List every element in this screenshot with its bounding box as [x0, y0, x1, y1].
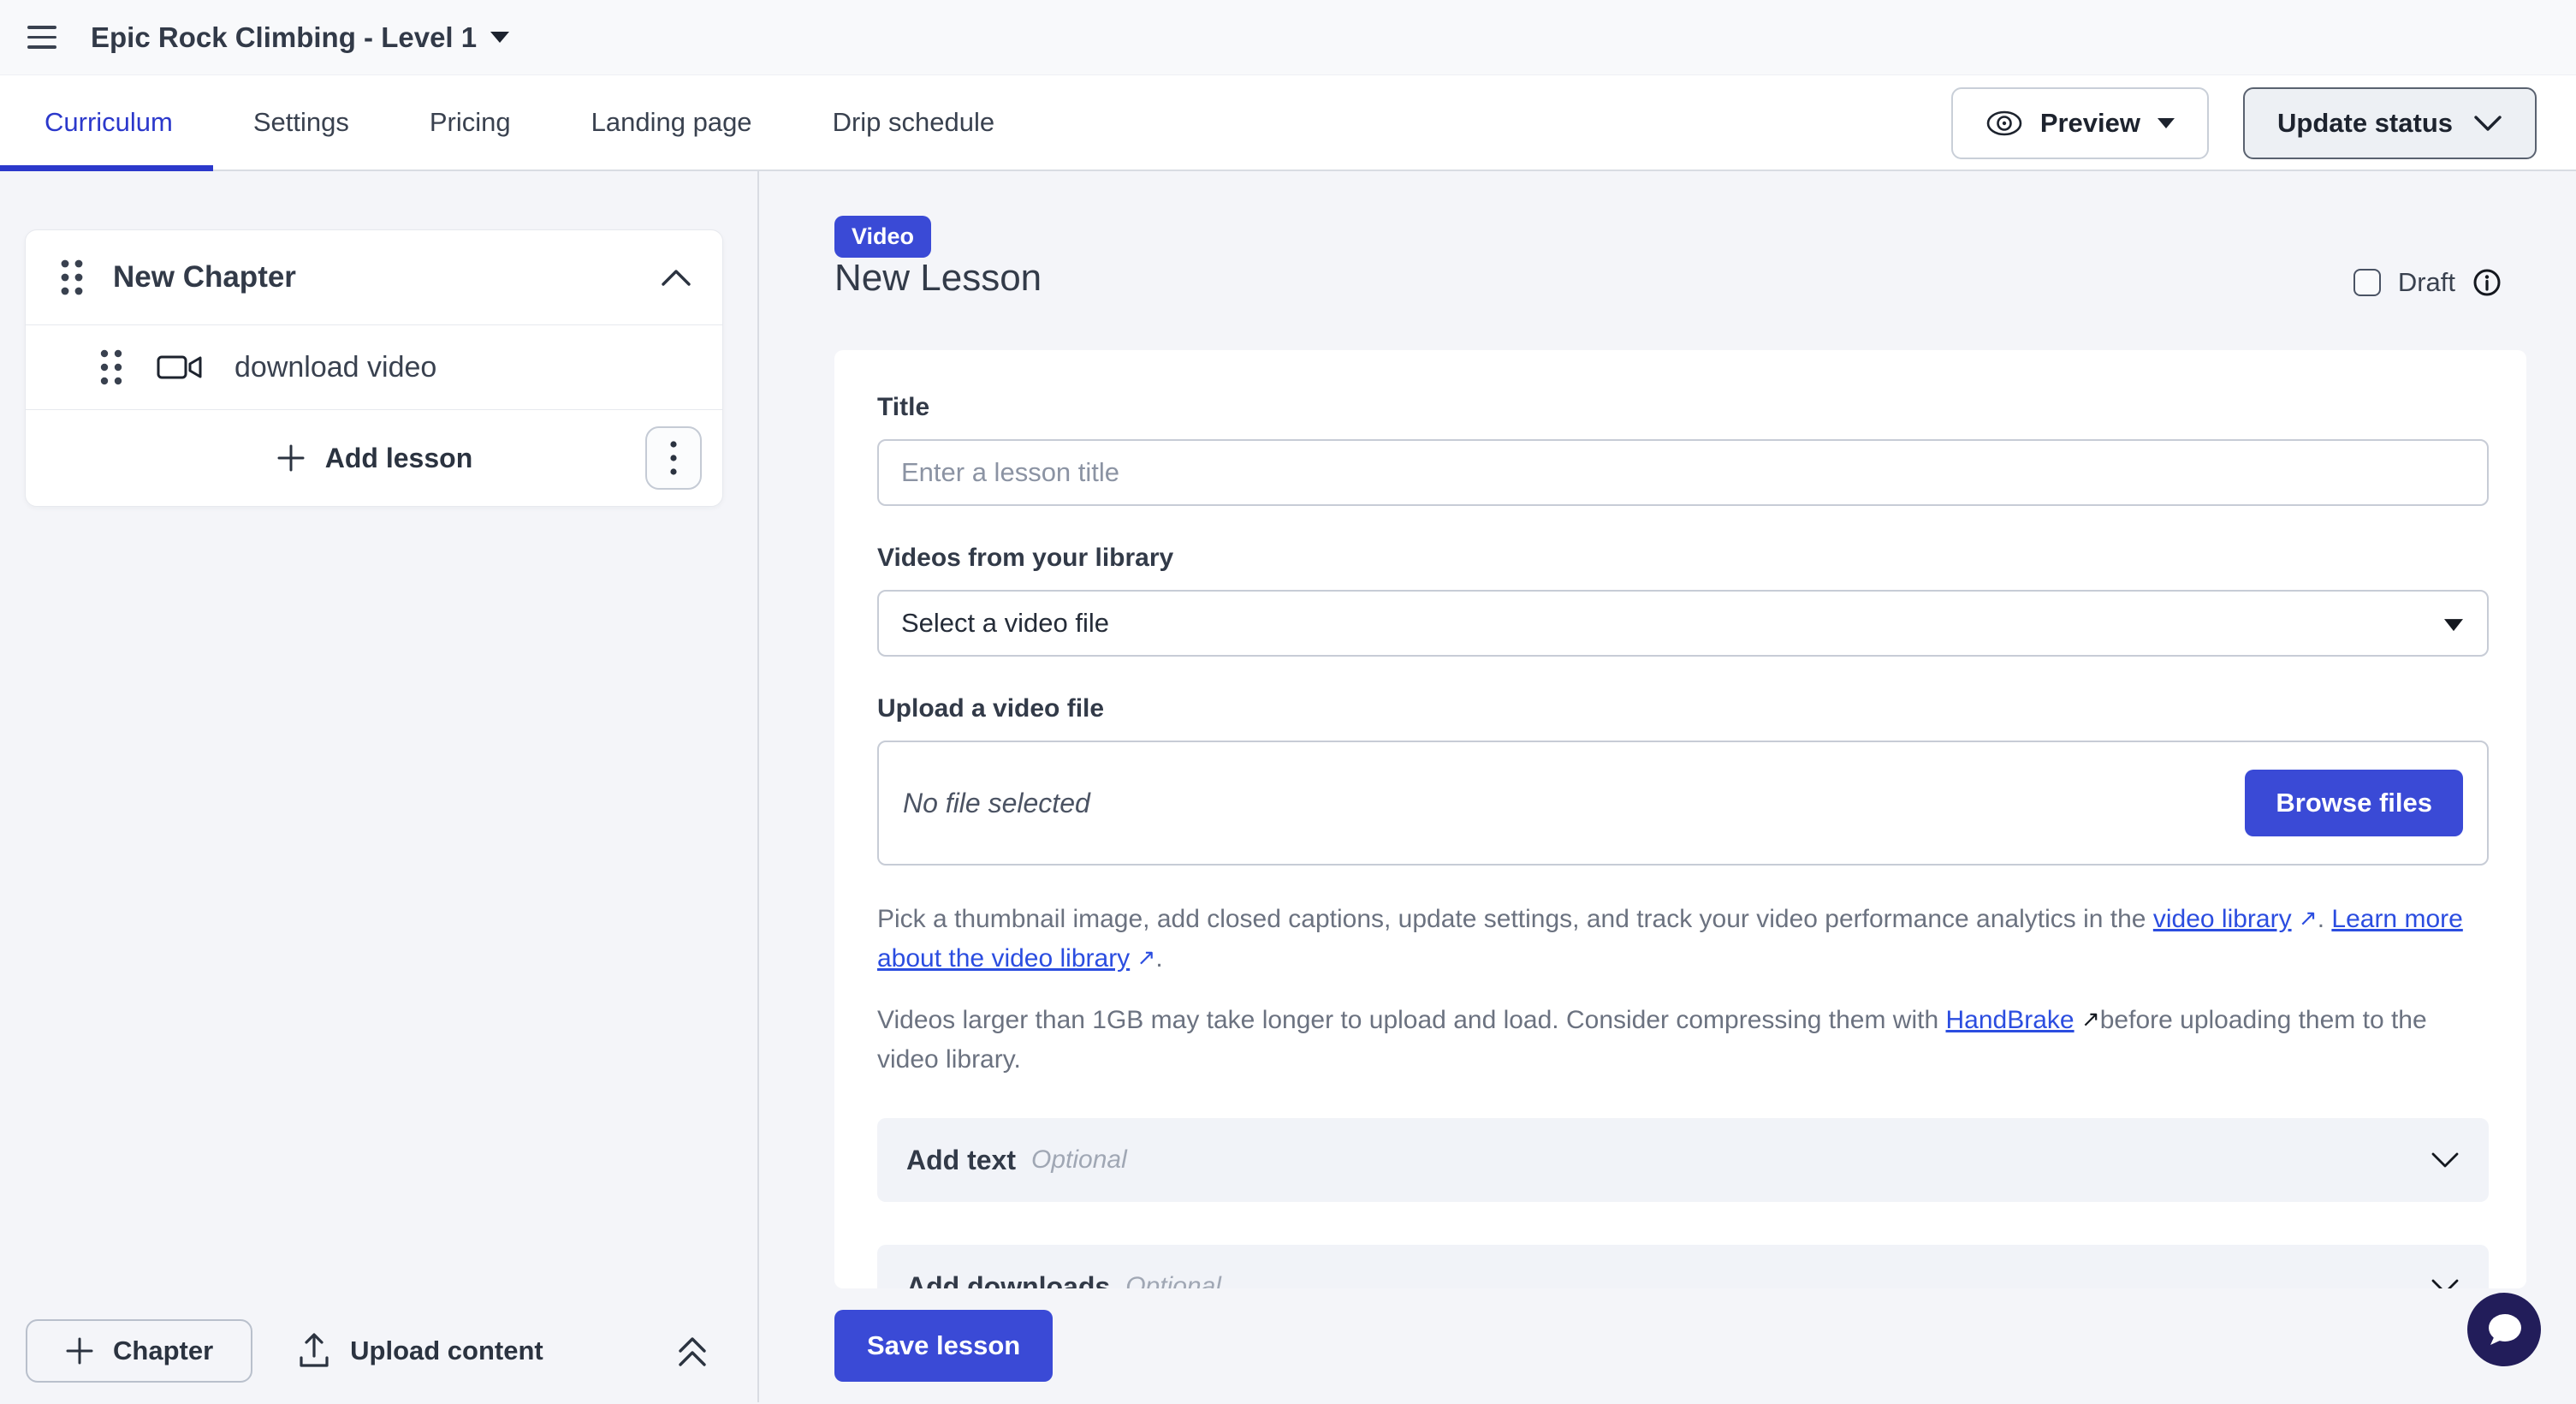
lesson-title: download video: [234, 351, 436, 384]
video-library-selected-value: Select a video file: [901, 608, 1109, 639]
upload-field-label: Upload a video file: [877, 694, 2489, 723]
tab-label: Pricing: [430, 107, 511, 138]
sidebar-footer: Chapter Upload content: [0, 1318, 757, 1383]
drag-handle-icon[interactable]: [55, 253, 89, 301]
chat-widget-button[interactable]: [2467, 1293, 2541, 1366]
hamburger-menu-icon[interactable]: [27, 26, 56, 49]
draft-checkbox[interactable]: [2353, 269, 2381, 296]
lesson-item[interactable]: download video: [26, 325, 722, 409]
update-status-button[interactable]: Update status: [2243, 87, 2537, 159]
chevron-down-icon: [2431, 1151, 2460, 1169]
preview-button[interactable]: Preview: [1951, 87, 2209, 159]
tab-bar: Curriculum Settings Pricing Landing page…: [0, 75, 2576, 171]
help-text: Pick a thumbnail image, add closed capti…: [877, 905, 2153, 933]
chevron-down-icon: [2431, 1278, 2460, 1288]
update-status-label: Update status: [2277, 108, 2453, 139]
library-field-label: Videos from your library: [877, 544, 2489, 573]
eye-icon: [1985, 110, 2023, 137]
tabbar-actions: Preview Update status: [1951, 87, 2537, 159]
drag-handle-icon[interactable]: [96, 345, 127, 390]
chapter-card-footer: Add lesson: [26, 410, 722, 506]
video-library-help-text: Pick a thumbnail image, add closed capti…: [877, 900, 2489, 979]
video-camera-icon: [156, 352, 204, 383]
add-lesson-label: Add lesson: [325, 443, 472, 474]
tab-label: Drip schedule: [833, 107, 995, 138]
tab-label: Settings: [253, 107, 349, 138]
browse-files-button[interactable]: Browse files: [2245, 770, 2463, 836]
optional-tag: Optional: [1031, 1145, 2431, 1175]
add-text-label: Add text: [906, 1145, 1016, 1176]
tab-settings[interactable]: Settings: [213, 75, 389, 170]
tab-label: Curriculum: [45, 107, 173, 138]
add-lesson-button[interactable]: Add lesson: [276, 443, 472, 474]
draft-toggle-group: Draft: [2353, 267, 2502, 298]
external-link-icon: ↗: [1137, 938, 1156, 977]
upload-icon: [297, 1332, 331, 1370]
preview-label: Preview: [2040, 108, 2140, 139]
external-link-icon: ↗: [2081, 1000, 2100, 1038]
kebab-menu-icon: [669, 439, 678, 477]
chapter-title: New Chapter: [113, 260, 661, 294]
add-downloads-accordion[interactable]: Add downloads Optional: [877, 1245, 2489, 1288]
add-chapter-button[interactable]: Chapter: [26, 1319, 252, 1383]
link-label: video library: [2153, 905, 2292, 933]
upload-content-label: Upload content: [350, 1336, 543, 1366]
lesson-title-input[interactable]: [877, 439, 2489, 506]
video-library-link[interactable]: video library: [2153, 905, 2292, 933]
tab-curriculum[interactable]: Curriculum: [0, 75, 213, 170]
optional-tag: Optional: [1125, 1272, 2431, 1288]
course-title-dropdown[interactable]: Epic Rock Climbing - Level 1: [91, 21, 509, 54]
chevron-down-icon: [490, 32, 509, 43]
caret-down-icon: [2158, 118, 2175, 128]
lesson-editor: Video New Lesson Draft Title Videos from…: [759, 171, 2576, 1402]
external-link-icon: ↗: [2299, 899, 2318, 937]
add-chapter-label: Chapter: [113, 1336, 213, 1366]
chapter-header[interactable]: New Chapter: [26, 230, 722, 324]
plus-icon: [65, 1336, 94, 1365]
help-text: Videos larger than 1GB may take longer t…: [877, 1006, 1946, 1034]
no-file-text: No file selected: [903, 788, 2245, 819]
page-title: New Lesson: [834, 257, 1042, 300]
handbrake-link[interactable]: HandBrake: [1946, 1006, 2074, 1034]
link-label: HandBrake: [1946, 1006, 2074, 1034]
draft-label: Draft: [2398, 267, 2455, 298]
chat-bubble-icon: [2484, 1312, 2524, 1347]
title-field-label: Title: [877, 393, 2489, 422]
tab-pricing[interactable]: Pricing: [389, 75, 551, 170]
chapter-options-button[interactable]: [645, 426, 702, 490]
info-icon[interactable]: [2472, 268, 2502, 297]
chevron-up-icon[interactable]: [661, 268, 691, 287]
help-text: .: [2318, 905, 2332, 933]
lesson-type-badge: Video: [834, 216, 931, 258]
lesson-form-card: Title Videos from your library Select a …: [834, 350, 2526, 1288]
tab-landing-page[interactable]: Landing page: [551, 75, 792, 170]
add-text-accordion[interactable]: Add text Optional: [877, 1118, 2489, 1202]
help-text: .: [1155, 944, 1162, 973]
chapter-card: New Chapter download vi: [25, 229, 723, 507]
top-bar: Epic Rock Climbing - Level 1: [0, 0, 2576, 75]
curriculum-sidebar: New Chapter download vi: [0, 171, 759, 1402]
tabs: Curriculum Settings Pricing Landing page…: [0, 75, 1035, 170]
upload-content-button[interactable]: Upload content: [297, 1332, 543, 1370]
double-chevron-up-icon: [675, 1332, 709, 1370]
chevron-down-icon: [2473, 115, 2502, 132]
save-lesson-button[interactable]: Save lesson: [834, 1310, 1053, 1382]
caret-down-icon: [2444, 619, 2463, 631]
course-title: Epic Rock Climbing - Level 1: [91, 21, 477, 54]
collapse-all-button[interactable]: [675, 1332, 709, 1370]
tab-drip-schedule[interactable]: Drip schedule: [792, 75, 1036, 170]
plus-icon: [276, 443, 306, 473]
add-downloads-label: Add downloads: [906, 1271, 1110, 1289]
tab-label: Landing page: [591, 107, 752, 138]
video-library-select[interactable]: Select a video file: [877, 590, 2489, 657]
compression-help-text: Videos larger than 1GB may take longer t…: [877, 1001, 2489, 1079]
file-upload-box: No file selected Browse files: [877, 741, 2489, 866]
